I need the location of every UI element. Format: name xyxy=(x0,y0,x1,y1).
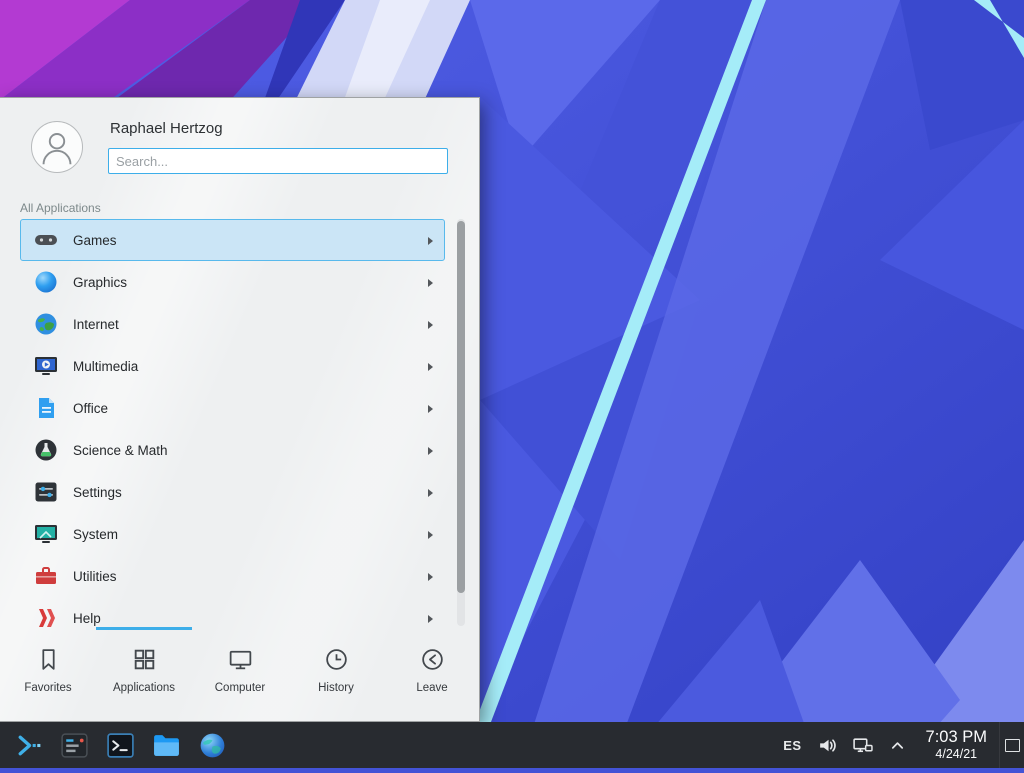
category-label: Help xyxy=(73,611,101,626)
category-row-internet[interactable]: Internet xyxy=(20,303,445,345)
keyboard-layout-indicator[interactable]: ES xyxy=(783,738,801,753)
volume-button[interactable] xyxy=(817,734,839,756)
scrollbar-thumb[interactable] xyxy=(457,221,465,593)
tab-label: Leave xyxy=(416,682,447,694)
category-label: System xyxy=(73,527,118,542)
user-name: Raphael Hertzog xyxy=(110,120,223,137)
category-row-settings[interactable]: Settings xyxy=(20,471,445,513)
search-input[interactable] xyxy=(108,148,448,174)
terminal-icon xyxy=(105,730,136,761)
category-list-scrollbar[interactable] xyxy=(457,219,465,626)
tab-applications[interactable]: Applications xyxy=(96,627,192,721)
section-label-all-applications: All Applications xyxy=(20,201,101,215)
games-gamepad-icon xyxy=(33,227,59,253)
clock-date: 4/24/21 xyxy=(926,747,987,762)
science-flask-icon xyxy=(33,437,59,463)
expand-arrow-icon xyxy=(890,738,905,753)
category-label: Utilities xyxy=(73,569,117,584)
tab-label: Applications xyxy=(113,682,175,694)
category-label: Multimedia xyxy=(73,359,138,374)
graphics-sphere-icon xyxy=(33,269,59,295)
category-row-graphics[interactable]: Graphics xyxy=(20,261,445,303)
web-browser-button[interactable] xyxy=(192,725,232,765)
submenu-arrow-icon xyxy=(428,531,433,539)
submenu-arrow-icon xyxy=(428,447,433,455)
show-desktop-icon xyxy=(1005,739,1020,752)
category-row-system[interactable]: System xyxy=(20,513,445,555)
settings-console-icon xyxy=(59,730,90,761)
tab-label: Computer xyxy=(215,682,266,694)
category-label: Office xyxy=(73,401,108,416)
tab-favorites[interactable]: Favorites xyxy=(0,627,96,721)
submenu-arrow-icon xyxy=(428,615,433,623)
history-clock-icon xyxy=(323,646,350,673)
category-label: Games xyxy=(73,233,117,248)
network-button[interactable] xyxy=(852,734,874,756)
utilities-toolbox-icon xyxy=(33,563,59,589)
user-avatar xyxy=(31,121,83,173)
settings-console-button[interactable] xyxy=(54,725,94,765)
help-icon xyxy=(33,605,59,629)
launcher-tab-bar: Favorites Applications Computer xyxy=(0,627,480,721)
tab-history[interactable]: History xyxy=(288,627,384,721)
submenu-arrow-icon xyxy=(428,237,433,245)
show-desktop-button[interactable] xyxy=(999,722,1024,768)
tab-label: History xyxy=(318,682,354,694)
taskbar-launchers xyxy=(0,722,235,768)
taskbar: ES 7:03 PM 4/24/21 xyxy=(0,722,1024,768)
submenu-arrow-icon xyxy=(428,279,433,287)
app-menu-button[interactable] xyxy=(8,725,48,765)
category-label: Internet xyxy=(73,317,119,332)
submenu-arrow-icon xyxy=(428,489,433,497)
app-menu-icon xyxy=(13,730,44,761)
leave-icon xyxy=(419,646,446,673)
application-launcher-menu: Raphael Hertzog All Applications Games G… xyxy=(0,97,480,722)
clock-widget[interactable]: 7:03 PM 4/24/21 xyxy=(926,728,987,763)
submenu-arrow-icon xyxy=(428,363,433,371)
terminal-button[interactable] xyxy=(100,725,140,765)
tab-label: Favorites xyxy=(24,682,71,694)
internet-globe-icon xyxy=(33,311,59,337)
network-icon xyxy=(852,735,873,756)
system-monitor-icon xyxy=(33,521,59,547)
web-browser-icon xyxy=(197,730,228,761)
office-document-icon xyxy=(33,395,59,421)
category-row-utilities[interactable]: Utilities xyxy=(20,555,445,597)
submenu-arrow-icon xyxy=(428,405,433,413)
category-label: Graphics xyxy=(73,275,127,290)
category-label: Settings xyxy=(73,485,122,500)
submenu-arrow-icon xyxy=(428,573,433,581)
category-list: Games Graphics Internet xyxy=(0,219,480,629)
category-row-help[interactable]: Help xyxy=(20,597,445,629)
expand-tray-button[interactable] xyxy=(887,734,909,756)
clock-time: 7:03 PM xyxy=(926,728,987,748)
file-manager-icon xyxy=(151,730,182,761)
submenu-arrow-icon xyxy=(428,321,433,329)
settings-sliders-icon xyxy=(33,479,59,505)
favorites-bookmark-icon xyxy=(35,646,62,673)
tab-leave[interactable]: Leave xyxy=(384,627,480,721)
category-row-games[interactable]: Games xyxy=(20,219,445,261)
category-row-multimedia[interactable]: Multimedia xyxy=(20,345,445,387)
volume-icon xyxy=(817,735,838,756)
computer-monitor-icon xyxy=(227,646,254,673)
multimedia-icon xyxy=(33,353,59,379)
applications-grid-icon xyxy=(131,646,158,673)
category-label: Science & Math xyxy=(73,443,168,458)
tab-computer[interactable]: Computer xyxy=(192,627,288,721)
system-tray: ES 7:03 PM 4/24/21 xyxy=(783,722,1024,768)
category-row-office[interactable]: Office xyxy=(20,387,445,429)
category-row-science-math[interactable]: Science & Math xyxy=(20,429,445,471)
file-manager-button[interactable] xyxy=(146,725,186,765)
